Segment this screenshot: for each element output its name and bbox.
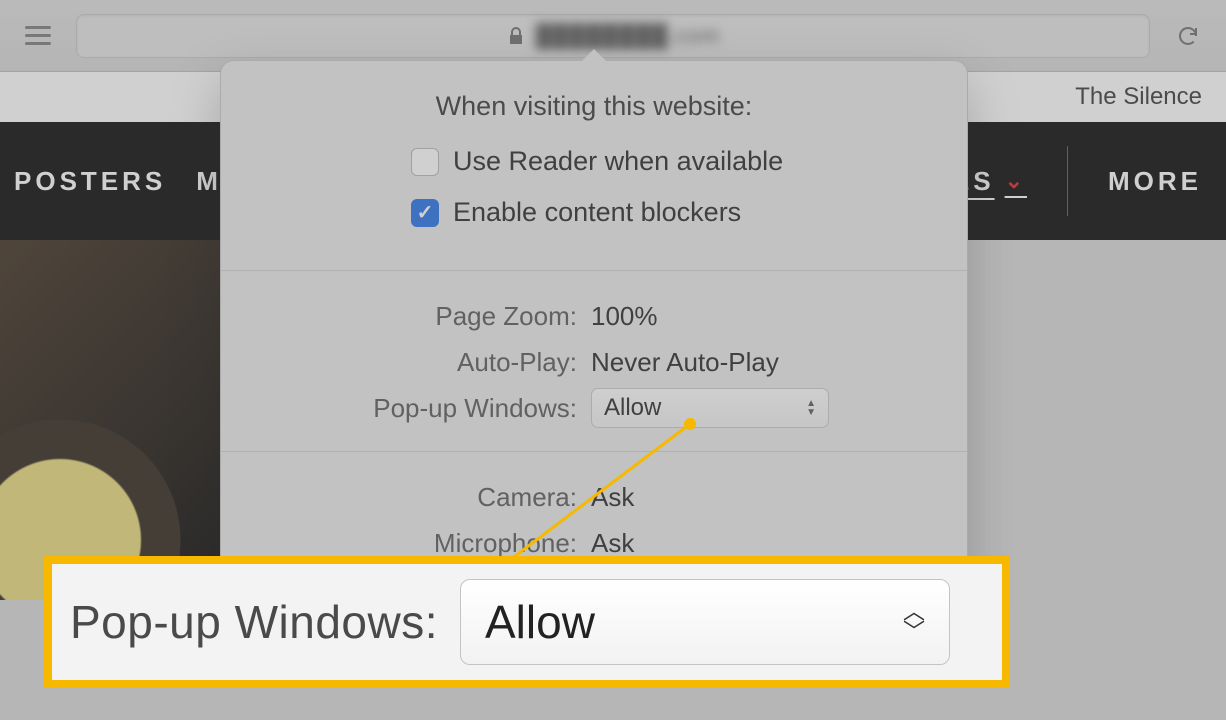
popup-windows-select[interactable]: Allow ▲▼	[591, 388, 829, 428]
callout-value: Allow	[485, 595, 595, 649]
nav-posters[interactable]: POSTERS	[14, 166, 166, 197]
camera-row: Camera: Ask	[221, 474, 967, 520]
autoplay-value[interactable]: Never Auto-Play	[591, 347, 967, 378]
reader-checkbox[interactable]	[411, 148, 439, 176]
autoplay-row: Auto-Play: Never Auto-Play	[221, 339, 967, 385]
chevron-down-icon: ⌄	[1005, 168, 1027, 194]
callout-highlight: Pop-up Windows: Allow ︿﹀	[44, 556, 1010, 688]
reload-button[interactable]	[1166, 16, 1210, 56]
callout-dot	[684, 418, 696, 430]
camera-label: Camera:	[221, 482, 591, 513]
page-background-image	[0, 240, 220, 600]
website-settings-popover: When visiting this website: Use Reader w…	[220, 60, 968, 620]
microphone-label: Microphone:	[221, 528, 591, 559]
camera-value[interactable]: Ask	[591, 482, 967, 513]
popover-title: When visiting this website:	[221, 61, 967, 146]
content-blockers-row[interactable]: Enable content blockers	[411, 197, 967, 228]
reader-label: Use Reader when available	[453, 146, 783, 177]
nav-separator	[1067, 146, 1068, 216]
microphone-value[interactable]: Ask	[591, 528, 967, 559]
nav-m[interactable]: M	[196, 166, 222, 197]
reader-row[interactable]: Use Reader when available	[411, 146, 967, 177]
lock-icon	[506, 26, 526, 46]
popup-windows-label: Pop-up Windows:	[221, 393, 591, 424]
callout-label: Pop-up Windows:	[70, 595, 438, 649]
header-right-text: The Silence	[1075, 83, 1202, 111]
url-text: ████████.com	[536, 23, 720, 49]
nav-more[interactable]: MORE	[1108, 166, 1202, 197]
popup-windows-row: Pop-up Windows: Allow ▲▼	[221, 385, 967, 431]
autoplay-label: Auto-Play:	[221, 347, 591, 378]
callout-select[interactable]: Allow ︿﹀	[460, 579, 950, 665]
stepper-icon: ▲▼	[806, 399, 816, 417]
reload-icon	[1176, 24, 1200, 48]
page-zoom-row: Page Zoom: 100%	[221, 293, 967, 339]
content-blockers-checkbox[interactable]	[411, 199, 439, 227]
stepper-icon: ︿﹀	[903, 602, 925, 642]
page-zoom-value[interactable]: 100%	[591, 301, 967, 332]
popup-windows-value: Allow	[604, 394, 661, 422]
hamburger-icon[interactable]	[16, 16, 60, 56]
page-zoom-label: Page Zoom:	[221, 301, 591, 332]
address-bar[interactable]: ████████.com	[76, 14, 1150, 58]
content-blockers-label: Enable content blockers	[453, 197, 741, 228]
